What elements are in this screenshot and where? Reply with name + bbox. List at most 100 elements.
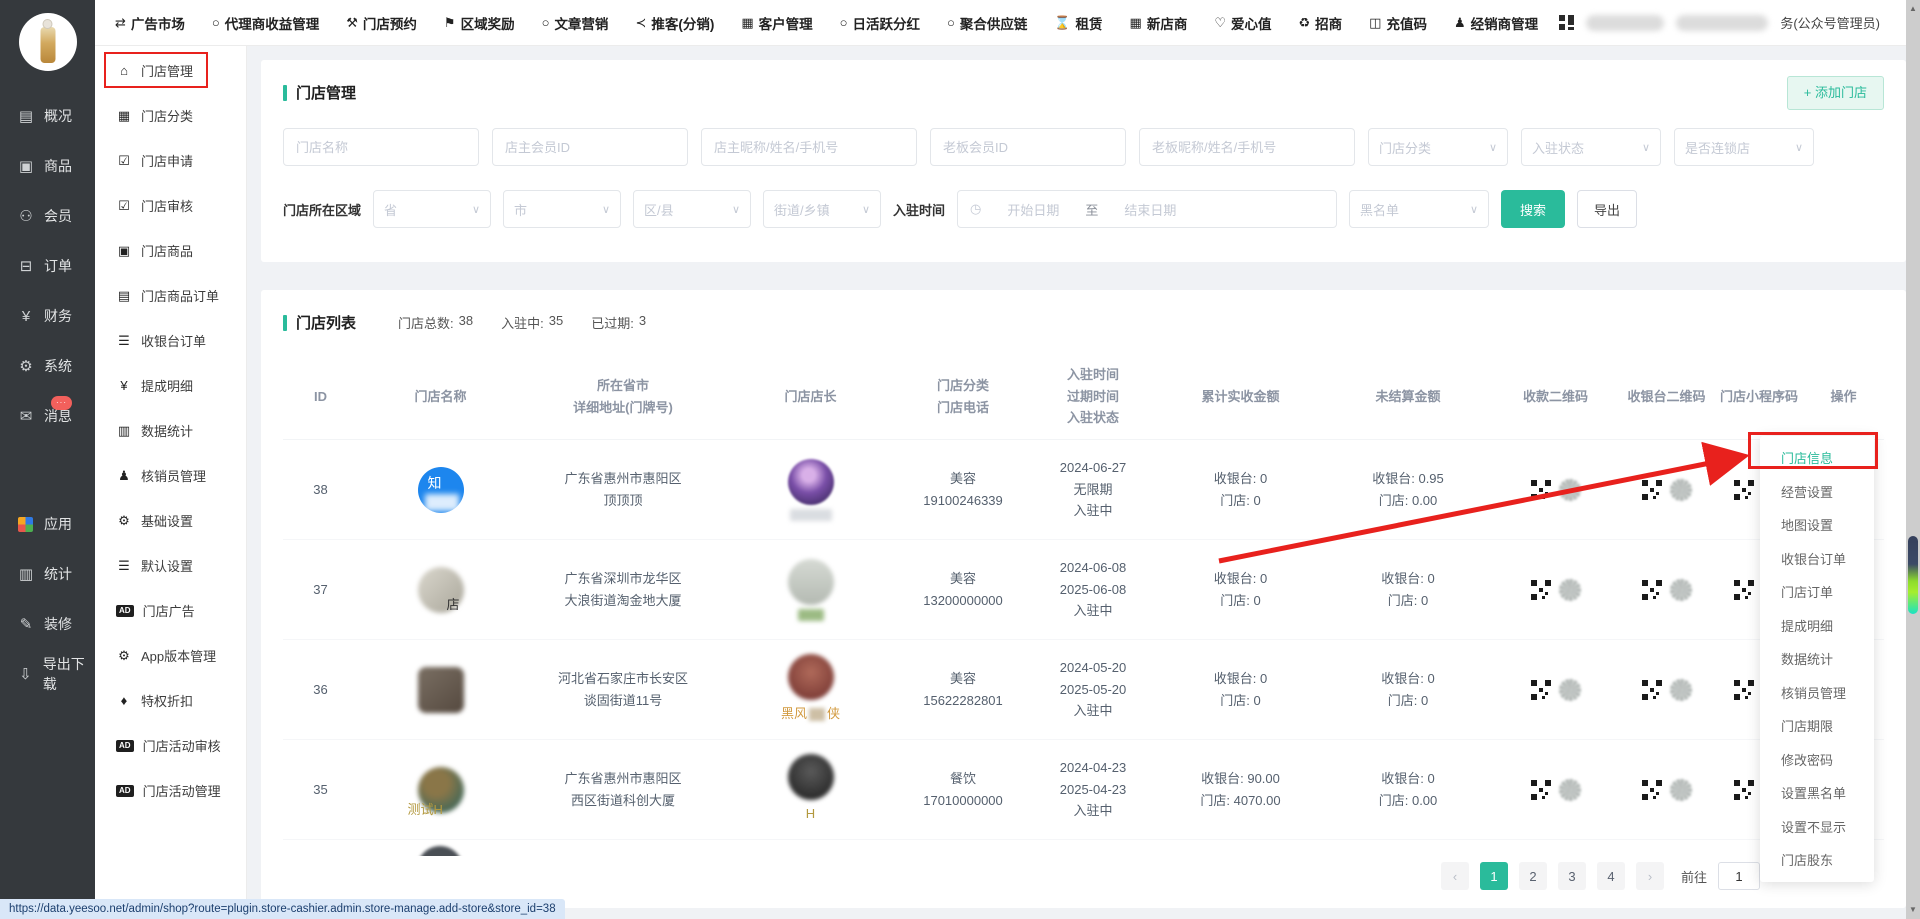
topnav-dealer-mgmt[interactable]: ♟经销商管理 <box>1454 13 1538 33</box>
topnav-region-reward[interactable]: ⚑区域奖励 <box>444 13 515 33</box>
owner-nickname-input[interactable] <box>701 128 917 166</box>
submenu-store-audit[interactable]: ☑门店审核 <box>95 183 246 228</box>
submenu-default-settings[interactable]: ☰默认设置 <box>95 543 246 588</box>
submenu-store-goods-orders[interactable]: ▤门店商品订单 <box>95 273 246 318</box>
topnav-distribution[interactable]: ≺推客(分销) <box>635 13 714 33</box>
avatar[interactable] <box>19 13 77 71</box>
cashier-qr-icon[interactable] <box>1642 580 1662 600</box>
apps-grid-icon[interactable] <box>1559 15 1574 30</box>
sidebar-item-finance[interactable]: ¥财务 <box>0 291 95 341</box>
boss-member-id-input[interactable] <box>930 128 1126 166</box>
sidebar-item-orders[interactable]: ⊟订单 <box>0 241 95 291</box>
scrollbar-thumb[interactable] <box>1908 536 1918 614</box>
cashier-qr-stamp-icon[interactable] <box>1670 579 1692 601</box>
payment-qr-icon[interactable] <box>1531 680 1551 700</box>
menu-data-stats[interactable]: 数据统计 <box>1760 642 1874 676</box>
jump-to-page-input[interactable] <box>1718 862 1760 890</box>
menu-change-password[interactable]: 修改密码 <box>1760 743 1874 777</box>
topnav-agent-revenue[interactable]: ○代理商收益管理 <box>212 13 319 33</box>
scroll-down-arrow[interactable]: ▼ <box>1906 903 1920 917</box>
topnav-new-store[interactable]: ▦新店商 <box>1130 13 1188 33</box>
browser-scrollbar[interactable]: ▲ ▼ <box>1906 0 1920 919</box>
scroll-up-arrow[interactable]: ▲ <box>1906 2 1920 16</box>
topnav-rental[interactable]: ⌛租赁 <box>1054 13 1102 33</box>
chain-store-select[interactable]: 是否连锁店 <box>1674 128 1814 166</box>
menu-set-hidden[interactable]: 设置不显示 <box>1760 810 1874 844</box>
sidebar-item-apps[interactable]: 应用 <box>0 499 95 549</box>
menu-operation-settings[interactable]: 经营设置 <box>1760 475 1874 509</box>
menu-store-term[interactable]: 门店期限 <box>1760 709 1874 743</box>
topnav-supply-chain[interactable]: ○聚合供应链 <box>947 13 1027 33</box>
miniapp-qr-icon[interactable] <box>1734 780 1754 800</box>
submenu-store-ads[interactable]: AD门店广告 <box>95 588 246 633</box>
add-store-button[interactable]: + 添加门店 <box>1787 76 1884 110</box>
topnav-investment[interactable]: ♻招商 <box>1299 13 1343 33</box>
date-range-picker[interactable]: 开始日期 至 结束日期 <box>957 190 1337 228</box>
cashier-qr-stamp-icon[interactable] <box>1670 779 1692 801</box>
menu-store-orders[interactable]: 门店订单 <box>1760 575 1874 609</box>
entry-status-select[interactable]: 入驻状态 <box>1521 128 1661 166</box>
sidebar-item-system[interactable]: ⚙系统 <box>0 341 95 391</box>
miniapp-qr-icon[interactable] <box>1734 580 1754 600</box>
topnav-daily-dividend[interactable]: ○日活跃分红 <box>840 13 920 33</box>
menu-verifier-mgmt[interactable]: 核销员管理 <box>1760 676 1874 710</box>
end-date-placeholder[interactable]: 结束日期 <box>1124 200 1176 219</box>
start-date-placeholder[interactable]: 开始日期 <box>1007 200 1059 219</box>
submenu-activity-mgmt[interactable]: AD门店活动管理 <box>95 768 246 813</box>
payment-qr-stamp-icon[interactable] <box>1559 579 1581 601</box>
next-page-button[interactable]: › <box>1636 862 1664 890</box>
topnav-love-value[interactable]: ♡爱心值 <box>1214 13 1271 33</box>
submenu-privilege-discount[interactable]: ♦特权折扣 <box>95 678 246 723</box>
sidebar-item-statistics[interactable]: ▥统计 <box>0 549 95 599</box>
payment-qr-stamp-icon[interactable] <box>1559 679 1581 701</box>
page-button-4[interactable]: 4 <box>1597 862 1625 890</box>
blacklist-select[interactable]: 黑名单 <box>1349 190 1489 228</box>
menu-store-info[interactable]: 门店信息 <box>1760 441 1874 475</box>
province-select[interactable]: 省 <box>373 190 491 228</box>
boss-nickname-input[interactable] <box>1139 128 1355 166</box>
topnav-customer-mgmt[interactable]: ▦客户管理 <box>741 13 812 33</box>
payment-qr-stamp-icon[interactable] <box>1559 479 1581 501</box>
page-button-2[interactable]: 2 <box>1519 862 1547 890</box>
sidebar-item-decorate[interactable]: ✎装修 <box>0 599 95 649</box>
street-select[interactable]: 街道/乡镇 <box>763 190 881 228</box>
store-name-input[interactable] <box>283 128 479 166</box>
submenu-cashier-orders[interactable]: ☰收银台订单 <box>95 318 246 363</box>
topnav-store-booking[interactable]: ⚒门店预约 <box>346 13 417 33</box>
cashier-qr-icon[interactable] <box>1642 680 1662 700</box>
submenu-basic-settings[interactable]: ⚙基础设置 <box>95 498 246 543</box>
export-button[interactable]: 导出 <box>1577 190 1637 228</box>
submenu-verifier-mgmt[interactable]: ♟核销员管理 <box>95 453 246 498</box>
district-select[interactable]: 区/县 <box>633 190 751 228</box>
topnav-recharge-code[interactable]: ◫充值码 <box>1369 13 1427 33</box>
sidebar-item-goods[interactable]: ▣商品 <box>0 141 95 191</box>
menu-commission-detail[interactable]: 提成明细 <box>1760 609 1874 643</box>
submenu-activity-audit[interactable]: AD门店活动审核 <box>95 723 246 768</box>
page-button-3[interactable]: 3 <box>1558 862 1586 890</box>
cashier-qr-stamp-icon[interactable] <box>1670 479 1692 501</box>
sidebar-item-overview[interactable]: ▤概况 <box>0 91 95 141</box>
topnav-ad-market[interactable]: ⇄广告市场 <box>115 13 185 33</box>
menu-store-shareholders[interactable]: 门店股东 <box>1760 843 1874 877</box>
submenu-store-goods[interactable]: ▣门店商品 <box>95 228 246 273</box>
cashier-qr-stamp-icon[interactable] <box>1670 679 1692 701</box>
store-category-select[interactable]: 门店分类 <box>1368 128 1508 166</box>
payment-qr-icon[interactable] <box>1531 780 1551 800</box>
topbar-user-area[interactable]: 务(公众号管理员) <box>1559 13 1920 32</box>
prev-page-button[interactable]: ‹ <box>1441 862 1469 890</box>
miniapp-qr-icon[interactable] <box>1734 680 1754 700</box>
menu-cashier-orders[interactable]: 收银台订单 <box>1760 542 1874 576</box>
owner-member-id-input[interactable] <box>492 128 688 166</box>
sidebar-item-members[interactable]: ⚇会员 <box>0 191 95 241</box>
sidebar-item-messages[interactable]: ✉消息··· <box>0 391 95 441</box>
cashier-qr-icon[interactable] <box>1642 780 1662 800</box>
cashier-qr-icon[interactable] <box>1642 480 1662 500</box>
menu-map-settings[interactable]: 地图设置 <box>1760 508 1874 542</box>
submenu-commission-detail[interactable]: ¥提成明细 <box>95 363 246 408</box>
topnav-article-marketing[interactable]: ○文章营销 <box>542 13 609 33</box>
city-select[interactable]: 市 <box>503 190 621 228</box>
payment-qr-icon[interactable] <box>1531 480 1551 500</box>
payment-qr-icon[interactable] <box>1531 580 1551 600</box>
submenu-store-apply[interactable]: ☑门店申请 <box>95 138 246 183</box>
search-button[interactable]: 搜索 <box>1501 190 1565 228</box>
